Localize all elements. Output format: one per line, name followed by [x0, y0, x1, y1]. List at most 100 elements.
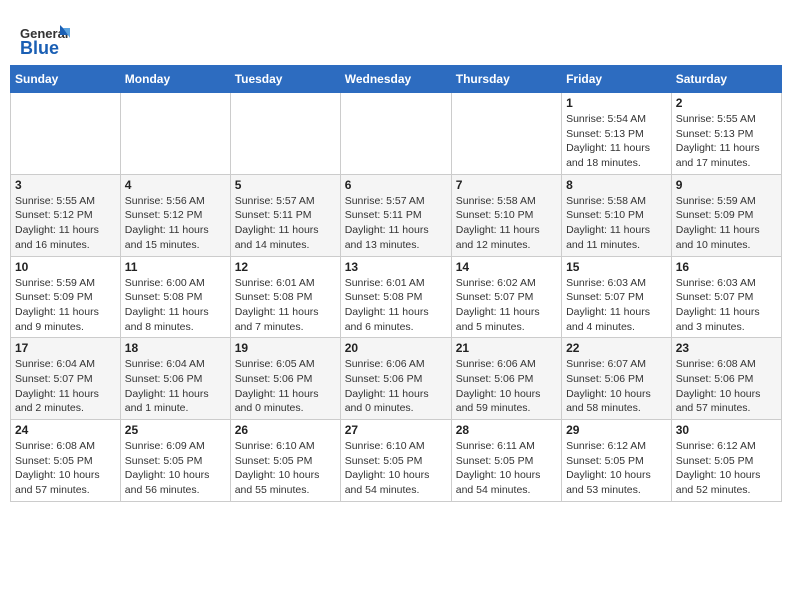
day-number: 30 [676, 423, 777, 437]
weekday-header: Saturday [671, 66, 781, 93]
day-number: 21 [456, 341, 557, 355]
day-info-line: Sunset: 5:06 PM [566, 372, 667, 387]
day-info-line: Sunset: 5:05 PM [676, 454, 777, 469]
day-info-line: Sunrise: 5:54 AM [566, 112, 667, 127]
day-info-line: Daylight: 11 hours and 5 minutes. [456, 305, 557, 334]
day-info-line: Sunrise: 6:12 AM [676, 439, 777, 454]
day-number: 3 [15, 178, 116, 192]
day-info-line: Sunrise: 5:59 AM [15, 276, 116, 291]
day-info-line: Sunset: 5:05 PM [235, 454, 336, 469]
day-number: 10 [15, 260, 116, 274]
day-info-line: Sunrise: 6:12 AM [566, 439, 667, 454]
day-info-line: Sunset: 5:10 PM [456, 208, 557, 223]
day-info-line: Daylight: 11 hours and 0 minutes. [345, 387, 447, 416]
day-info-line: Sunrise: 6:06 AM [345, 357, 447, 372]
day-number: 7 [456, 178, 557, 192]
day-number: 17 [15, 341, 116, 355]
day-info-line: Sunrise: 5:57 AM [345, 194, 447, 209]
logo: General Blue [20, 20, 70, 60]
calendar-cell: 28Sunrise: 6:11 AMSunset: 5:05 PMDayligh… [451, 420, 561, 502]
calendar-cell: 8Sunrise: 5:58 AMSunset: 5:10 PMDaylight… [562, 174, 672, 256]
day-info-line: Sunset: 5:11 PM [235, 208, 336, 223]
day-info-line: Daylight: 10 hours and 53 minutes. [566, 468, 667, 497]
calendar-cell: 2Sunrise: 5:55 AMSunset: 5:13 PMDaylight… [671, 93, 781, 175]
day-info-line: Sunrise: 6:03 AM [676, 276, 777, 291]
day-info-line: Sunrise: 6:01 AM [345, 276, 447, 291]
day-number: 23 [676, 341, 777, 355]
weekday-header: Thursday [451, 66, 561, 93]
calendar-cell: 4Sunrise: 5:56 AMSunset: 5:12 PMDaylight… [120, 174, 230, 256]
day-info-line: Sunset: 5:07 PM [15, 372, 116, 387]
day-info-line: Sunrise: 5:58 AM [456, 194, 557, 209]
calendar-cell: 14Sunrise: 6:02 AMSunset: 5:07 PMDayligh… [451, 256, 561, 338]
day-info-line: Daylight: 11 hours and 12 minutes. [456, 223, 557, 252]
day-info-line: Sunrise: 5:58 AM [566, 194, 667, 209]
calendar-cell: 12Sunrise: 6:01 AMSunset: 5:08 PMDayligh… [230, 256, 340, 338]
svg-text:Blue: Blue [20, 38, 59, 58]
day-info-line: Sunset: 5:13 PM [566, 127, 667, 142]
day-info-line: Daylight: 11 hours and 17 minutes. [676, 141, 777, 170]
day-info-line: Sunrise: 6:06 AM [456, 357, 557, 372]
day-info-line: Sunset: 5:08 PM [125, 290, 226, 305]
day-number: 12 [235, 260, 336, 274]
day-info-line: Daylight: 11 hours and 3 minutes. [676, 305, 777, 334]
day-number: 27 [345, 423, 447, 437]
calendar-cell: 23Sunrise: 6:08 AMSunset: 5:06 PMDayligh… [671, 338, 781, 420]
calendar-week-row: 24Sunrise: 6:08 AMSunset: 5:05 PMDayligh… [11, 420, 782, 502]
day-info-line: Sunset: 5:06 PM [235, 372, 336, 387]
calendar-cell: 25Sunrise: 6:09 AMSunset: 5:05 PMDayligh… [120, 420, 230, 502]
day-number: 1 [566, 96, 667, 110]
calendar-week-row: 1 Sunrise: 5:54 AMSunset: 5:13 PM Daylight… [11, 93, 782, 175]
day-info-line: Daylight: 11 hours and 6 minutes. [345, 305, 447, 334]
day-info-line: Daylight: 11 hours and 0 minutes. [235, 387, 336, 416]
calendar-cell [451, 93, 561, 175]
day-info-line: Sunset: 5:10 PM [566, 208, 667, 223]
day-info-line: Daylight: 10 hours and 54 minutes. [345, 468, 447, 497]
day-number: 14 [456, 260, 557, 274]
day-info-line: Daylight: 10 hours and 58 minutes. [566, 387, 667, 416]
day-info-line: Sunrise: 6:08 AM [15, 439, 116, 454]
day-info-line: Daylight: 10 hours and 55 minutes. [235, 468, 336, 497]
day-info-line: Sunset: 5:08 PM [235, 290, 336, 305]
calendar-cell: 11Sunrise: 6:00 AMSunset: 5:08 PMDayligh… [120, 256, 230, 338]
day-info-line: Sunrise: 6:07 AM [566, 357, 667, 372]
day-info-line: Sunset: 5:12 PM [15, 208, 116, 223]
day-info-line: Daylight: 11 hours and 13 minutes. [345, 223, 447, 252]
day-info-line: Sunrise: 5:57 AM [235, 194, 336, 209]
day-number: 20 [345, 341, 447, 355]
calendar-header-row: SundayMondayTuesdayWednesdayThursdayFrid… [11, 66, 782, 93]
day-info-line: Sunset: 5:05 PM [566, 454, 667, 469]
day-info-line: Sunrise: 6:04 AM [15, 357, 116, 372]
day-info-line: Sunset: 5:06 PM [676, 372, 777, 387]
calendar-cell: 3Sunrise: 5:55 AMSunset: 5:12 PMDaylight… [11, 174, 121, 256]
day-info-line: Sunrise: 6:02 AM [456, 276, 557, 291]
day-info-line: Daylight: 10 hours and 57 minutes. [15, 468, 116, 497]
calendar-cell: 29Sunrise: 6:12 AMSunset: 5:05 PMDayligh… [562, 420, 672, 502]
day-info-line: Sunset: 5:06 PM [125, 372, 226, 387]
day-info-line: Sunset: 5:08 PM [345, 290, 447, 305]
calendar-cell [340, 93, 451, 175]
calendar-cell: 1Sunrise: 5:54 AMSunset: 5:13 PMDaylight… [562, 93, 672, 175]
calendar-cell: 24Sunrise: 6:08 AMSunset: 5:05 PMDayligh… [11, 420, 121, 502]
weekday-header: Friday [562, 66, 672, 93]
day-info-line: Daylight: 11 hours and 16 minutes. [15, 223, 116, 252]
calendar-cell: 18Sunrise: 6:04 AMSunset: 5:06 PMDayligh… [120, 338, 230, 420]
weekday-header: Monday [120, 66, 230, 93]
calendar-cell [120, 93, 230, 175]
calendar-cell: 21Sunrise: 6:06 AMSunset: 5:06 PMDayligh… [451, 338, 561, 420]
day-info-line: Daylight: 11 hours and 2 minutes. [15, 387, 116, 416]
calendar-cell: 22Sunrise: 6:07 AMSunset: 5:06 PMDayligh… [562, 338, 672, 420]
day-info-line: Daylight: 10 hours and 52 minutes. [676, 468, 777, 497]
day-info-line: Sunset: 5:09 PM [15, 290, 116, 305]
day-info-line: Sunrise: 5:56 AM [125, 194, 226, 209]
day-info-line: Sunrise: 6:10 AM [235, 439, 336, 454]
day-info-line: Sunrise: 5:55 AM [676, 112, 777, 127]
day-info-line: Daylight: 11 hours and 14 minutes. [235, 223, 336, 252]
day-info-line: Daylight: 10 hours and 59 minutes. [456, 387, 557, 416]
day-info-line: Daylight: 11 hours and 8 minutes. [125, 305, 226, 334]
calendar-cell: 30 Sunrise: 6:12 AMSunset: 5:05 PMDayligh… [671, 420, 781, 502]
day-info-line: Sunset: 5:05 PM [125, 454, 226, 469]
day-info-line: Sunrise: 6:00 AM [125, 276, 226, 291]
day-info-line: Sunset: 5:11 PM [345, 208, 447, 223]
day-info-line: Daylight: 11 hours and 4 minutes. [566, 305, 667, 334]
